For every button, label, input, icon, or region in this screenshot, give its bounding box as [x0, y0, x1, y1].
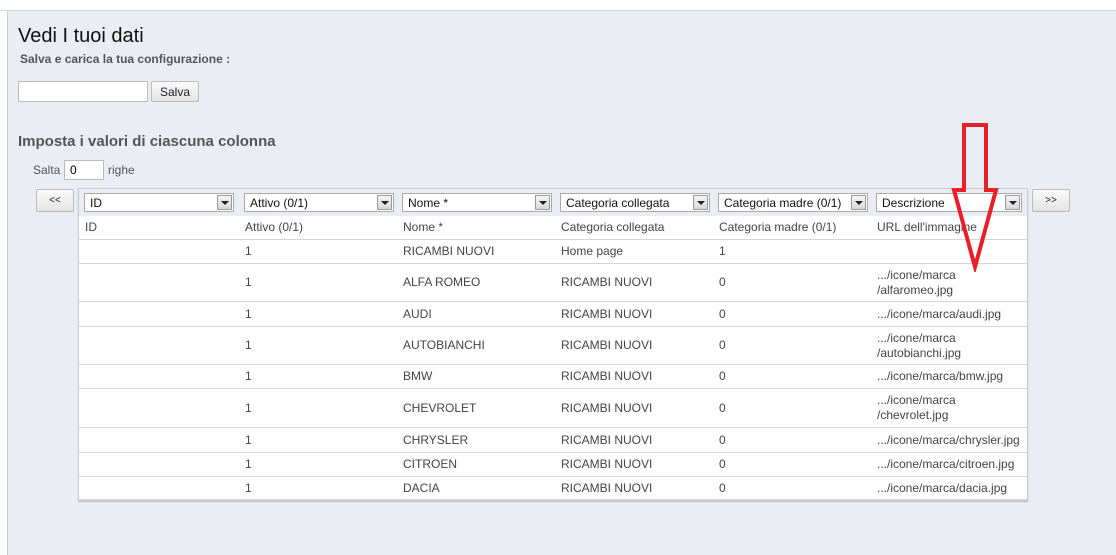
- table-row: 1 AUDI RICAMBI NUOVI 0 .../icone/marca/audi.…: [79, 302, 1027, 327]
- table-cell: .../icone/marca/dacia.jpg: [877, 480, 1008, 495]
- table-cell: 1: [245, 457, 252, 471]
- table-header-row: ID Attivo (0/1) Nome * Categoria collegata C…: [79, 216, 1027, 240]
- table-cell: CITROEN: [403, 457, 457, 471]
- table-cell: 0: [719, 400, 726, 415]
- table-cell: [85, 365, 239, 388]
- table-row: 1 AUTOBIANCHI RICAMBI NUOVI 0 .../icone/marc…: [79, 327, 1027, 365]
- table-cell: 0: [719, 457, 726, 471]
- table-cell: RICAMBI NUOVI: [561, 306, 653, 321]
- table-cell: Nome *: [403, 220, 444, 234]
- table-cell: DACIA: [403, 480, 440, 495]
- table-cell: .../icone/marca/audi.jpg: [877, 306, 1002, 321]
- table-cell: .../icone/marca /chevrolet.jpg: [877, 393, 956, 422]
- save-button[interactable]: Salva: [151, 81, 199, 102]
- column-select[interactable]: Categoria madre (0/1): [718, 193, 868, 212]
- table-cell: RICAMBI NUOVI: [561, 457, 653, 471]
- chevron-down-icon: [377, 195, 392, 210]
- select-value: Categoria collegata: [566, 196, 670, 210]
- table-cell: AUTOBIANCHI: [403, 338, 485, 352]
- table-cell: 0: [719, 275, 726, 289]
- table-cell: .../icone/marca/bmw.jpg: [877, 369, 1004, 383]
- table-cell: 1: [245, 338, 252, 352]
- table-cell: RICAMBI NUOVI: [561, 275, 653, 289]
- table-row: 1 DACIA RICAMBI NUOVI 0 .../icone/marca/daci…: [79, 477, 1027, 500]
- table-row: 1 CHRYSLER RICAMBI NUOVI 0 .../icone/marca/c…: [79, 428, 1027, 453]
- table-row: 1 RICAMBI NUOVI Home page 1: [79, 240, 1027, 264]
- column-select[interactable]: Categoria collegata: [560, 193, 710, 212]
- table-cell: ALFA ROMEO: [403, 275, 481, 289]
- column-select[interactable]: ID: [84, 193, 234, 212]
- table-cell: BMW: [403, 369, 433, 383]
- page-title: Vedi I tuoi dati: [18, 25, 144, 47]
- config-name-input[interactable]: [18, 81, 148, 102]
- table-row: 1 ALFA ROMEO RICAMBI NUOVI 0 .../icone/marca…: [79, 264, 1027, 302]
- table-cell: 1: [719, 244, 726, 258]
- table-cell: CHEVROLET: [403, 400, 477, 415]
- data-table: ID Attivo (0/1) Nome * Categoria collegata C…: [78, 188, 1028, 501]
- prev-columns-button[interactable]: <<: [36, 189, 74, 212]
- skip-label: Salta: [33, 163, 61, 177]
- chevron-down-icon: [217, 195, 232, 210]
- table-cell: 1: [245, 480, 252, 495]
- select-value: Categoria madre (0/1): [724, 196, 842, 210]
- top-bar: [0, 0, 1116, 11]
- column-select[interactable]: Attivo (0/1): [244, 193, 394, 212]
- table-cell: RICAMBI NUOVI: [403, 244, 495, 258]
- table-cell: [85, 428, 239, 452]
- chevron-down-icon: [1005, 195, 1020, 210]
- rows-label: righe: [108, 163, 135, 177]
- table-cell: [85, 302, 239, 326]
- select-value: ID: [90, 196, 102, 210]
- table-cell: Categoria madre (0/1): [719, 220, 837, 234]
- config-subtitle: Salva e carica la tua configurazione :: [20, 52, 231, 66]
- table-cell: 1: [245, 244, 252, 258]
- table-cell: [85, 477, 239, 499]
- table-cell: [85, 327, 239, 364]
- table-cell: [85, 264, 239, 301]
- table-cell: 0: [719, 369, 726, 383]
- table-cell: Home page: [561, 244, 624, 258]
- table-cell: [85, 240, 239, 263]
- skip-rows-input[interactable]: [64, 160, 104, 180]
- column-select[interactable]: Nome *: [402, 193, 552, 212]
- table-cell: 1: [245, 400, 252, 415]
- table-cell: RICAMBI NUOVI: [561, 369, 653, 383]
- table-cell: 0: [719, 338, 726, 352]
- table-cell: RICAMBI NUOVI: [561, 400, 653, 415]
- table-row: 1 CITROEN RICAMBI NUOVI 0 .../icone/marca/ci…: [79, 453, 1027, 477]
- next-columns-button[interactable]: >>: [1032, 189, 1070, 212]
- table-cell: 1: [245, 306, 252, 321]
- table-cell: 1: [245, 369, 252, 383]
- select-value: Attivo (0/1): [250, 196, 309, 210]
- table-cell: RICAMBI NUOVI: [561, 480, 653, 495]
- column-select[interactable]: Descrizione: [876, 193, 1022, 212]
- table-cell: .../icone/marca/citroen.jpg: [877, 457, 1015, 471]
- chevron-down-icon: [851, 195, 866, 210]
- table-cell: Categoria collegata: [561, 220, 665, 234]
- table-cell: AUDI: [403, 306, 432, 321]
- chevron-down-icon: [535, 195, 550, 210]
- table-cell: CHRYSLER: [403, 432, 469, 447]
- table-cell: 0: [719, 432, 726, 447]
- table-cell: 0: [719, 480, 726, 495]
- table-cell: .../icone/marca /autobianchi.jpg: [877, 330, 962, 360]
- table-cell: ID: [85, 220, 97, 234]
- chevron-down-icon: [693, 195, 708, 210]
- table-cell: .../icone/marca/chrysler.jpg: [877, 432, 1020, 447]
- table-cell: [85, 453, 239, 476]
- select-value: Nome *: [408, 196, 449, 210]
- table-cell: RICAMBI NUOVI: [561, 432, 653, 447]
- table-cell: [85, 389, 239, 427]
- table-cell: Attivo (0/1): [245, 220, 304, 234]
- table-cell: 1: [245, 275, 252, 289]
- table-cell: 1: [245, 432, 252, 447]
- section-title: Imposta i valori di ciascuna colonna: [18, 133, 276, 150]
- table-row: 1 BMW RICAMBI NUOVI 0 .../icone/marca/bmw.jp…: [79, 365, 1027, 389]
- red-down-arrow-icon: [951, 123, 999, 272]
- select-value: Descrizione: [882, 196, 945, 210]
- table-row: 1 CHEVROLET RICAMBI NUOVI 0 .../icone/marca …: [79, 389, 1027, 428]
- table-cell: RICAMBI NUOVI: [561, 338, 653, 352]
- column-mapping-row: ID Attivo (0/1) Nome * Categoria collegata C…: [79, 189, 1027, 216]
- table-cell: 0: [719, 306, 726, 321]
